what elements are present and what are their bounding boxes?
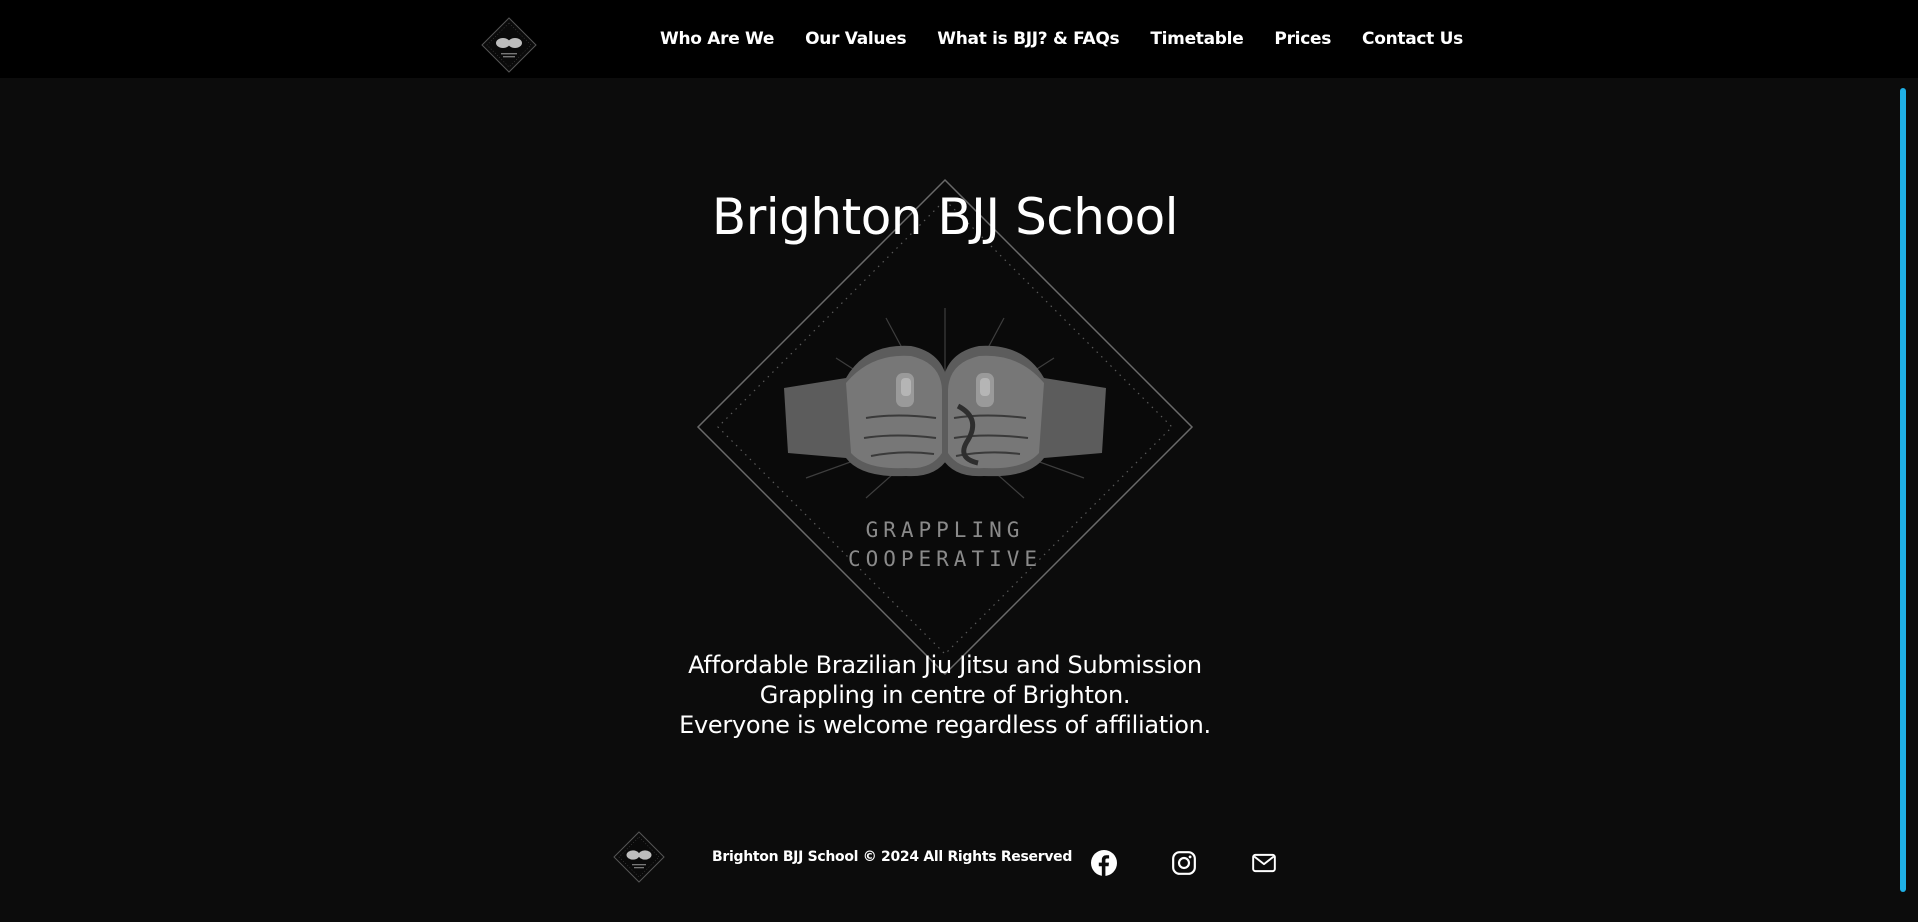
- hero-subtitle-line-3: Everyone is welcome regardless of affili…: [679, 711, 1211, 739]
- nav-link-contact-us[interactable]: Contact Us: [1362, 29, 1463, 49]
- page-title: Brighton BJJ School: [711, 188, 1179, 246]
- footer-logo[interactable]: [613, 831, 665, 883]
- hero-subtitle-line-1: Affordable Brazilian Jiu Jitsu and Submi…: [688, 651, 1202, 679]
- main-nav: Who Are We Our Values What is BJJ? & FAQ…: [660, 0, 1463, 78]
- page: Who Are We Our Values What is BJJ? & FAQ…: [0, 0, 1918, 922]
- site-logo[interactable]: [481, 17, 537, 73]
- nav-link-timetable[interactable]: Timetable: [1150, 29, 1243, 49]
- grappling-cooperative-emblem: GRAPPLING COOPERATIVE: [696, 178, 1194, 676]
- nav-link-who-are-we[interactable]: Who Are We: [660, 29, 774, 49]
- navbar: Who Are We Our Values What is BJJ? & FAQ…: [0, 0, 1918, 78]
- nav-link-our-values[interactable]: Our Values: [805, 29, 906, 49]
- hero-subtitle-line-2: Grappling in centre of Brighton.: [759, 681, 1131, 709]
- facebook-icon[interactable]: [1091, 850, 1117, 876]
- emblem-text-cooperative: COOPERATIVE: [848, 547, 1042, 571]
- emblem-text-grappling: GRAPPLING: [866, 518, 1025, 542]
- mail-icon[interactable]: [1251, 850, 1277, 876]
- nav-link-what-is-bjj-faqs[interactable]: What is BJJ? & FAQs: [937, 29, 1119, 49]
- footer-copyright: Brighton BJJ School © 2024 All Rights Re…: [712, 849, 1073, 865]
- scrollbar-thumb[interactable]: [1900, 88, 1906, 892]
- nav-link-prices[interactable]: Prices: [1274, 29, 1331, 49]
- hero-subtitle: Affordable Brazilian Jiu Jitsu and Submi…: [645, 650, 1245, 740]
- instagram-icon[interactable]: [1171, 850, 1197, 876]
